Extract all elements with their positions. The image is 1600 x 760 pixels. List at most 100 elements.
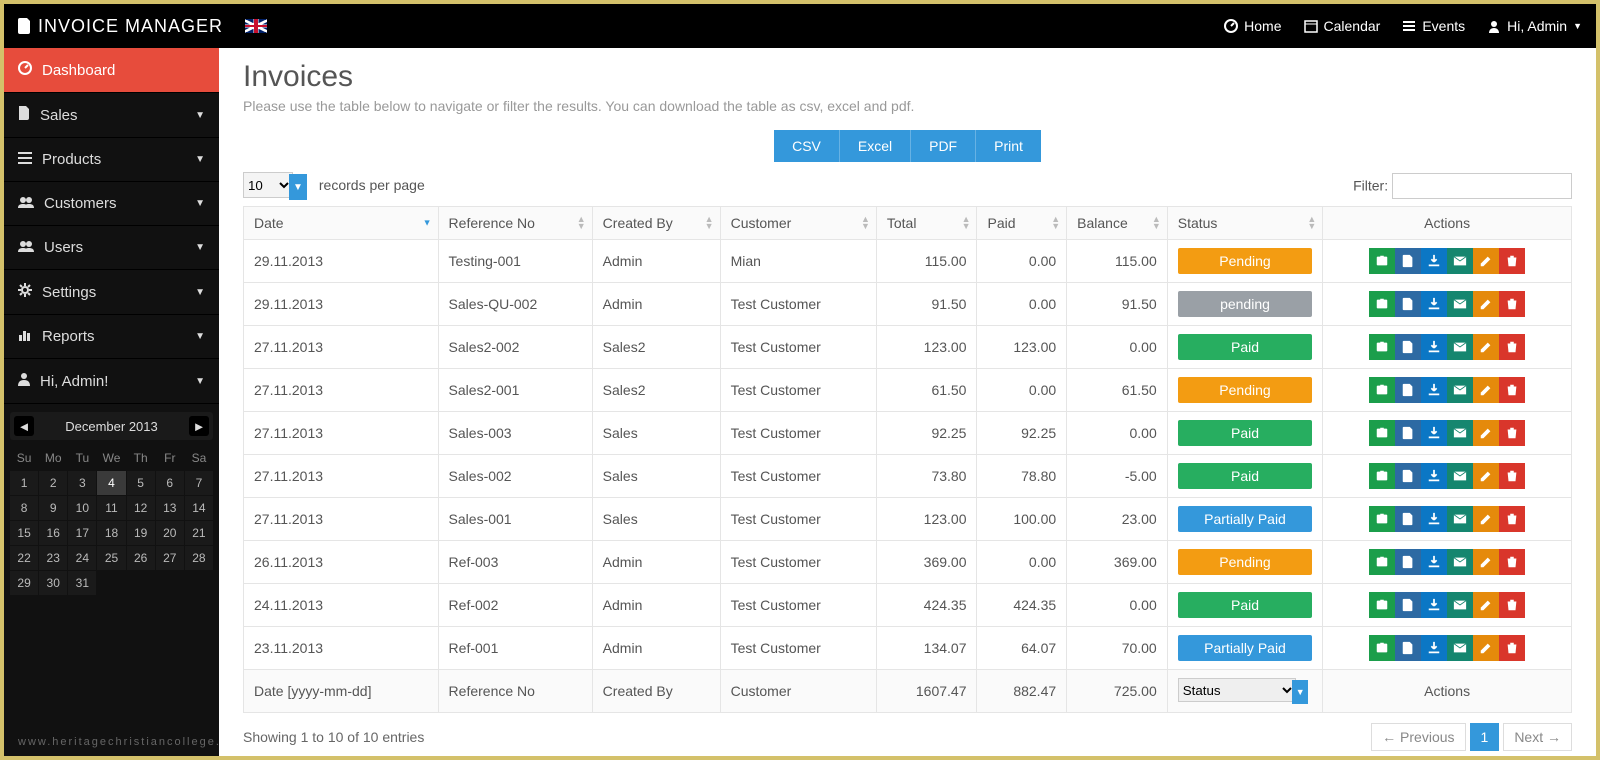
status-filter[interactable]: Status	[1178, 678, 1297, 702]
export-excel[interactable]: Excel	[839, 130, 910, 162]
action-edit[interactable]	[1473, 334, 1499, 360]
cal-day[interactable]: 19	[127, 521, 155, 545]
sidebar-item-sales[interactable]: Sales▼	[4, 93, 219, 138]
action-email[interactable]	[1447, 248, 1473, 274]
cal-day[interactable]: 23	[39, 546, 67, 570]
action-email[interactable]	[1447, 506, 1473, 532]
col-actions[interactable]: Actions	[1323, 207, 1572, 240]
cal-day[interactable]: 27	[156, 546, 184, 570]
flag-icon[interactable]	[245, 19, 267, 33]
cal-day[interactable]: 21	[185, 521, 213, 545]
filter-input[interactable]	[1392, 173, 1572, 199]
action-view[interactable]	[1369, 635, 1395, 661]
action-download[interactable]	[1421, 549, 1447, 575]
action-download[interactable]	[1421, 248, 1447, 274]
action-file[interactable]	[1395, 592, 1421, 618]
cal-day[interactable]: 22	[10, 546, 38, 570]
cal-day[interactable]: 5	[127, 471, 155, 495]
sidebar-item-reports[interactable]: Reports▼	[4, 315, 219, 359]
per-page-select[interactable]: 10	[243, 172, 293, 198]
action-delete[interactable]	[1499, 635, 1525, 661]
sidebar-item-users[interactable]: Users▼	[4, 226, 219, 270]
cal-day[interactable]: 31	[68, 571, 96, 595]
cal-day[interactable]: 28	[185, 546, 213, 570]
action-edit[interactable]	[1473, 635, 1499, 661]
cal-day[interactable]: 7	[185, 471, 213, 495]
action-email[interactable]	[1447, 635, 1473, 661]
action-delete[interactable]	[1499, 463, 1525, 489]
action-view[interactable]	[1369, 549, 1395, 575]
cal-next[interactable]: ►	[189, 416, 209, 436]
cal-prev[interactable]: ◄	[14, 416, 34, 436]
cal-day[interactable]: 29	[10, 571, 38, 595]
action-file[interactable]	[1395, 549, 1421, 575]
action-delete[interactable]	[1499, 291, 1525, 317]
nav-events[interactable]: Events	[1402, 18, 1465, 34]
action-view[interactable]	[1369, 334, 1395, 360]
action-view[interactable]	[1369, 291, 1395, 317]
cal-day[interactable]: 30	[39, 571, 67, 595]
action-view[interactable]	[1369, 248, 1395, 274]
action-edit[interactable]	[1473, 549, 1499, 575]
pager-next[interactable]: Next →	[1503, 723, 1572, 751]
cal-day[interactable]: 24	[68, 546, 96, 570]
cal-day[interactable]: 20	[156, 521, 184, 545]
action-email[interactable]	[1447, 334, 1473, 360]
action-email[interactable]	[1447, 549, 1473, 575]
action-delete[interactable]	[1499, 334, 1525, 360]
cal-day[interactable]: 12	[127, 496, 155, 520]
action-edit[interactable]	[1473, 291, 1499, 317]
action-download[interactable]	[1421, 592, 1447, 618]
sidebar-item-products[interactable]: Products▼	[4, 138, 219, 182]
pager-prev[interactable]: ← Previous	[1371, 723, 1465, 751]
action-delete[interactable]	[1499, 506, 1525, 532]
action-view[interactable]	[1369, 420, 1395, 446]
action-view[interactable]	[1369, 463, 1395, 489]
pager-page-1[interactable]: 1	[1470, 723, 1500, 751]
action-file[interactable]	[1395, 291, 1421, 317]
action-email[interactable]	[1447, 420, 1473, 446]
col-total[interactable]: Total▲▼	[876, 207, 977, 240]
action-delete[interactable]	[1499, 592, 1525, 618]
action-edit[interactable]	[1473, 506, 1499, 532]
nav-calendar[interactable]: Calendar	[1304, 18, 1381, 34]
action-edit[interactable]	[1473, 420, 1499, 446]
action-edit[interactable]	[1473, 592, 1499, 618]
action-file[interactable]	[1395, 248, 1421, 274]
cal-day[interactable]: 6	[156, 471, 184, 495]
col-customer[interactable]: Customer▲▼	[720, 207, 876, 240]
cal-title[interactable]: December 2013	[65, 419, 158, 434]
cal-day[interactable]: 15	[10, 521, 38, 545]
cal-day[interactable]: 25	[97, 546, 125, 570]
action-file[interactable]	[1395, 377, 1421, 403]
action-edit[interactable]	[1473, 377, 1499, 403]
action-email[interactable]	[1447, 377, 1473, 403]
action-file[interactable]	[1395, 506, 1421, 532]
sidebar-item-settings[interactable]: Settings▼	[4, 270, 219, 315]
sidebar-item-dashboard[interactable]: Dashboard	[4, 48, 219, 93]
cal-day[interactable]: 2	[39, 471, 67, 495]
action-file[interactable]	[1395, 463, 1421, 489]
action-delete[interactable]	[1499, 248, 1525, 274]
action-edit[interactable]	[1473, 248, 1499, 274]
cal-day[interactable]: 4	[97, 471, 125, 495]
cal-day[interactable]: 3	[68, 471, 96, 495]
nav-user[interactable]: Hi, Admin ▼	[1487, 18, 1582, 34]
col-date[interactable]: Date▼	[244, 207, 439, 240]
export-csv[interactable]: CSV	[774, 130, 839, 162]
export-pdf[interactable]: PDF	[910, 130, 975, 162]
action-download[interactable]	[1421, 377, 1447, 403]
action-file[interactable]	[1395, 635, 1421, 661]
action-view[interactable]	[1369, 506, 1395, 532]
action-file[interactable]	[1395, 334, 1421, 360]
action-delete[interactable]	[1499, 420, 1525, 446]
action-download[interactable]	[1421, 334, 1447, 360]
sidebar-item-hi-admin-[interactable]: Hi, Admin!▼	[4, 359, 219, 404]
col-balance[interactable]: Balance▲▼	[1067, 207, 1168, 240]
action-file[interactable]	[1395, 420, 1421, 446]
chevron-down-icon[interactable]: ▼	[1292, 680, 1308, 704]
action-download[interactable]	[1421, 463, 1447, 489]
action-edit[interactable]	[1473, 463, 1499, 489]
action-email[interactable]	[1447, 291, 1473, 317]
cal-day[interactable]: 18	[97, 521, 125, 545]
